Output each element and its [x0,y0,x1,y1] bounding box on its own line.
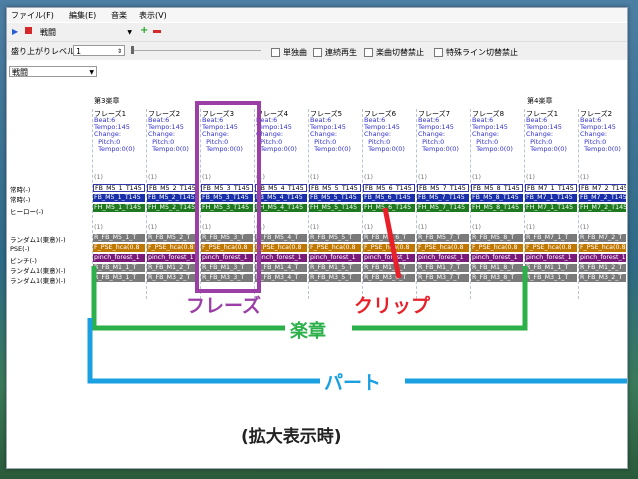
part-annotation: パート [324,372,382,394]
zoom-caption: (拡大表示時) [241,427,342,447]
clip-arrow [382,207,402,279]
movement-bracket-right [352,266,528,331]
app-window: ファイル(F) 編集(E) 音楽 表示(V) ▶ 戦闘 ▼ + 盛り上がりレベル… [6,7,628,469]
annotation-lines [87,207,627,384]
movement-annotation: 楽章 [290,321,326,342]
movement-bracket-left [91,266,285,331]
